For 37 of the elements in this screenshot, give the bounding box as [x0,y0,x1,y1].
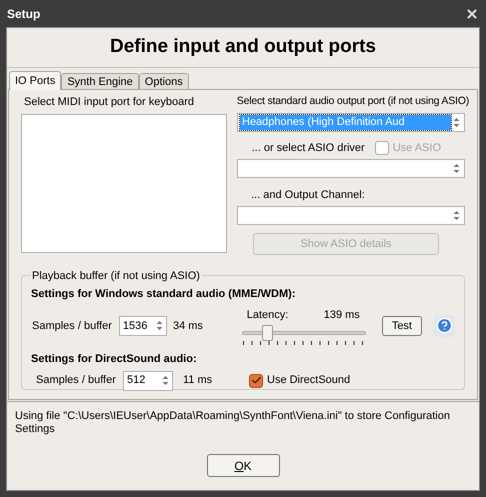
combo-value: Headphones (High Definition Aud [240,114,451,130]
samples-label: Samples / buffer [32,318,113,334]
number-field[interactable]: 1536 [118,316,167,336]
checkbox[interactable] [249,374,263,388]
window-title: Setup [7,6,40,22]
checkbox-label: Use ASIO [392,140,441,156]
config-file-message: Using file "C:\Users\IEUser\AppData\Roaming\SynthFont\Viena.ini" to store Configuration Settings [15,410,451,436]
dialog-heading: Define input and output ports [110,35,376,60]
latency-label: Latency: [246,308,288,322]
spinner-arrows-icon[interactable] [453,163,460,174]
slider-thumb[interactable] [262,325,272,341]
latency-value: 139 ms [324,308,360,322]
samples-label: Samples / buffer [36,373,117,388]
output-channel-label: ... and Output Channel: [250,188,366,204]
spinner-arrows-icon[interactable] [162,375,169,386]
asio-driver-label: ... or select ASIO driver [252,140,365,156]
help-icon[interactable] [436,317,453,334]
checkbox-label: Use DirectSound [267,373,350,388]
buffer-ms: 34 ms [172,318,204,334]
section-heading: Settings for DirectSound audio: [31,352,198,367]
tab[interactable]: Synth Engine [61,73,139,89]
latency-slider[interactable] [242,325,366,341]
midi-input-label: Select MIDI input port for keyboard [23,95,195,110]
group-legend: Playback buffer (if not using ASIO) [31,268,201,284]
spinner-arrows-icon[interactable] [453,116,460,128]
tab[interactable]: Options [138,73,189,89]
test-button[interactable]: Test [382,316,422,336]
tab[interactable]: IO Ports [9,71,62,90]
close-icon[interactable] [465,6,479,20]
checkmark-icon [250,375,262,386]
ok-button[interactable]: OK [206,454,280,477]
number-field[interactable]: 512 [123,370,173,390]
spinner-arrows-icon[interactable] [156,320,163,332]
audio-output-label: Select standard audio output port (if not using ASIO) [236,94,469,109]
spinner-arrows-icon[interactable] [453,210,460,221]
section-heading: Settings for Windows standard audio (MME/WDM): [31,287,296,302]
buffer-ms: 11 ms [183,373,214,388]
